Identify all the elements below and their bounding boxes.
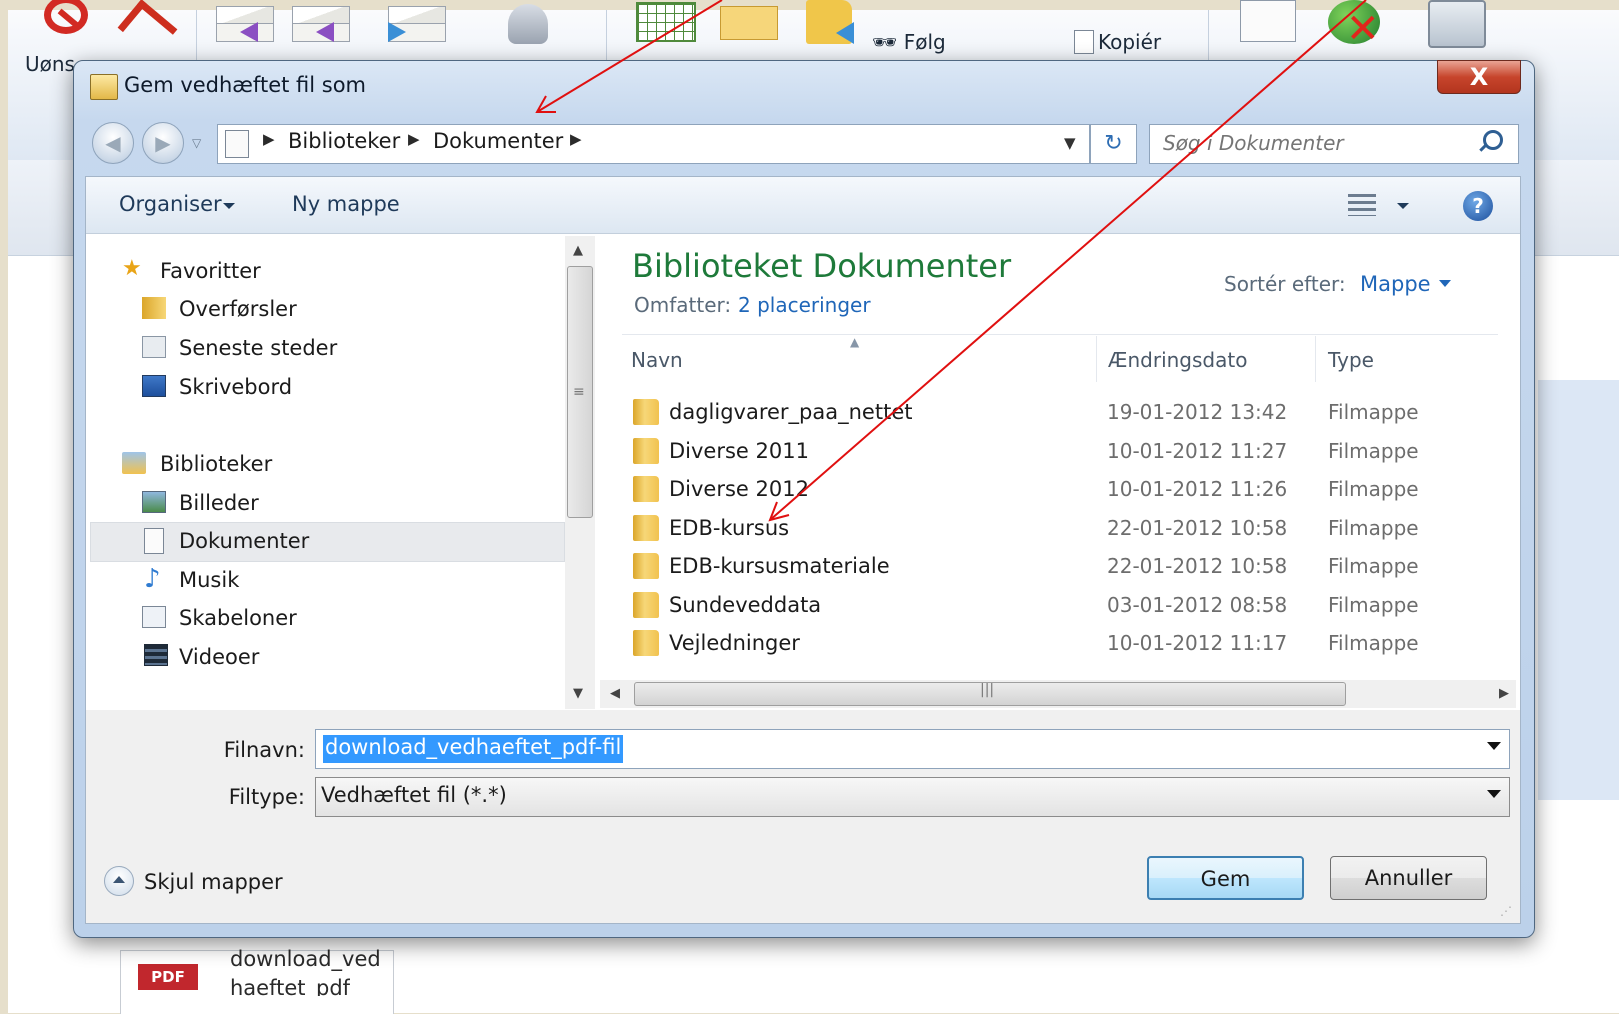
annotation-arrow-line	[769, 0, 1367, 521]
annotation-arrows	[535, 0, 1367, 522]
annotation-arrow-line	[536, 0, 723, 113]
